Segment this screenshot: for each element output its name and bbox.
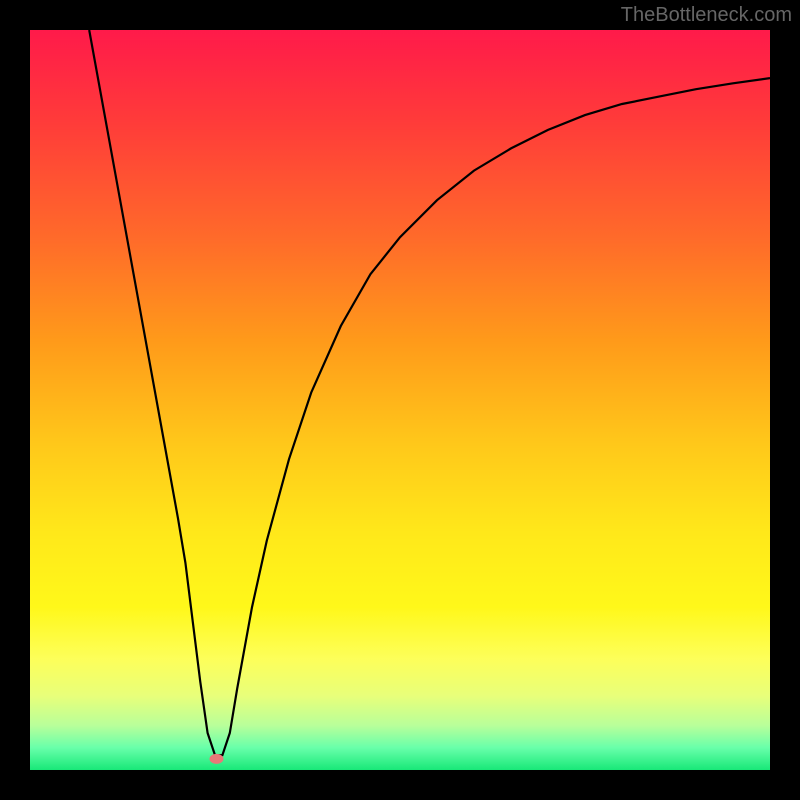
plot-area <box>30 30 770 770</box>
optimal-marker <box>209 754 223 764</box>
watermark-text: TheBottleneck.com <box>621 4 792 27</box>
bottleneck-curve <box>89 30 770 755</box>
chart-container: TheBottleneck.com <box>0 0 800 800</box>
chart-svg <box>30 30 770 770</box>
